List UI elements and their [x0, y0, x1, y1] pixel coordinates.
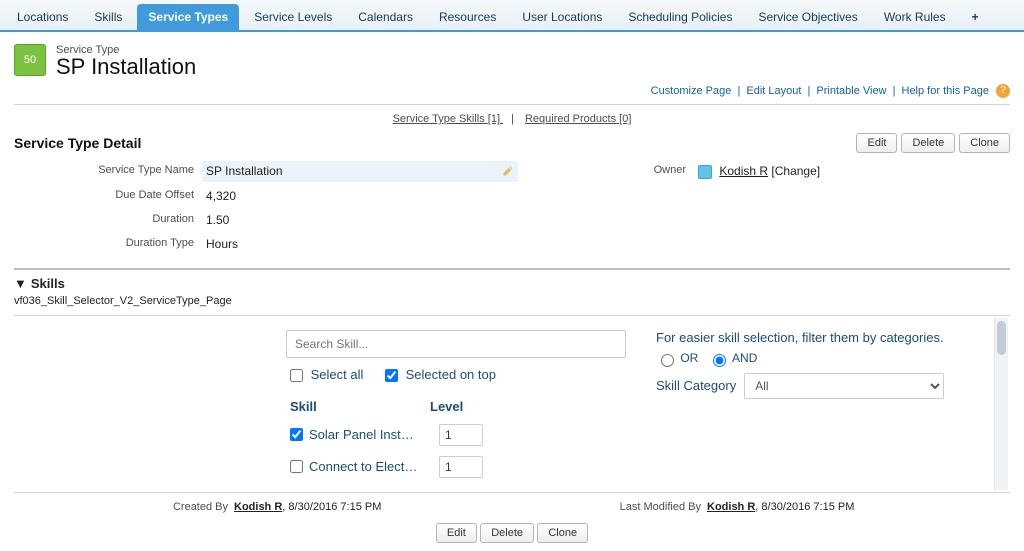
selected-on-top-checkbox[interactable]: Selected on top	[381, 367, 496, 382]
edit-button-bottom[interactable]: Edit	[436, 523, 477, 543]
tab-resources[interactable]: Resources	[428, 4, 507, 30]
help-icon[interactable]: ?	[996, 84, 1010, 98]
pencil-icon	[502, 165, 514, 177]
tab-user-locations[interactable]: User Locations	[511, 4, 613, 30]
tab-service-types[interactable]: Service Types	[137, 4, 239, 30]
owner-icon	[698, 165, 712, 179]
tab-service-objectives[interactable]: Service Objectives	[747, 4, 868, 30]
filter-or-radio[interactable]: OR	[656, 351, 698, 365]
skill-category-select[interactable]: All	[744, 373, 944, 399]
delete-button-bottom[interactable]: Delete	[480, 523, 534, 543]
label-created-by: Created By	[14, 501, 234, 513]
modified-at: 8/30/2016 7:15 PM	[761, 501, 854, 513]
tab-scheduling-policies[interactable]: Scheduling Policies	[617, 4, 743, 30]
record-icon: 50	[14, 44, 46, 76]
label-duration-type: Duration Type	[14, 234, 194, 254]
created-at: 8/30/2016 7:15 PM	[288, 501, 381, 513]
owner-change-link[interactable]: [Change]	[771, 164, 820, 178]
link-printable-view[interactable]: Printable View	[816, 85, 886, 97]
label-duration: Duration	[14, 210, 194, 230]
related-link-skills[interactable]: Service Type Skills [1]	[393, 113, 503, 125]
delete-button[interactable]: Delete	[901, 133, 955, 153]
edit-button[interactable]: Edit	[856, 133, 897, 153]
tab-work-rules[interactable]: Work Rules	[873, 4, 957, 30]
clone-button[interactable]: Clone	[959, 133, 1010, 153]
filter-and-radio[interactable]: AND	[708, 351, 757, 365]
related-link-products[interactable]: Required Products [0]	[525, 113, 631, 125]
link-help[interactable]: Help for this Page	[902, 85, 989, 97]
label-owner: Owner	[526, 161, 686, 182]
created-by-user-link[interactable]: Kodish R	[234, 501, 282, 513]
search-skill-input[interactable]	[286, 330, 626, 358]
modified-by-user-link[interactable]: Kodish R	[707, 501, 755, 513]
skill-row-checkbox[interactable]	[290, 428, 303, 441]
section-title-skills[interactable]: ▼Skills	[14, 274, 1010, 295]
page-title: SP Installation	[56, 54, 196, 80]
value-due-date-offset: 4,320	[202, 186, 518, 206]
col-header-skill: Skill	[290, 399, 430, 414]
label-skill-category: Skill Category	[656, 378, 736, 393]
skill-selector-embed: Select all Selected on top Skill Level S…	[14, 315, 1010, 493]
skill-row-name: Solar Panel Inst…	[309, 427, 431, 442]
col-header-level: Level	[430, 399, 510, 414]
skill-row-name: Connect to Elect…	[309, 459, 431, 474]
link-edit-layout[interactable]: Edit Layout	[746, 85, 801, 97]
scrollbar[interactable]	[994, 318, 1008, 490]
link-customize-page[interactable]: Customize Page	[651, 85, 732, 97]
tab-service-levels[interactable]: Service Levels	[243, 4, 343, 30]
skill-row-level-input[interactable]	[439, 424, 483, 446]
skill-row-level-input[interactable]	[439, 456, 483, 478]
value-service-type-name[interactable]: SP Installation	[202, 161, 518, 182]
section-title-detail: Service Type Detail	[14, 135, 141, 151]
skill-row: Connect to Elect…	[286, 456, 626, 478]
skill-row: Solar Panel Inst…	[286, 424, 626, 446]
tab-new[interactable]: +	[961, 4, 990, 30]
label-due-date-offset: Due Date Offset	[14, 186, 194, 206]
chevron-down-icon: ▼	[14, 276, 27, 291]
tab-calendars[interactable]: Calendars	[347, 4, 424, 30]
skill-row-checkbox[interactable]	[290, 460, 303, 473]
vf-page-name: vf036_Skill_Selector_V2_ServiceType_Page	[14, 295, 1010, 315]
scrollbar-thumb[interactable]	[997, 321, 1006, 355]
tab-bar: Locations Skills Service Types Service L…	[0, 0, 1024, 32]
value-duration: 1.50	[202, 210, 518, 230]
label-modified-by: Last Modified By	[537, 501, 707, 513]
tab-skills[interactable]: Skills	[83, 4, 133, 30]
tab-locations[interactable]: Locations	[6, 4, 79, 30]
select-all-checkbox[interactable]: Select all	[286, 367, 367, 382]
utility-links: Customize Page | Edit Layout | Printable…	[14, 84, 1010, 98]
filter-note: For easier skill selection, filter them …	[656, 330, 988, 345]
owner-link[interactable]: Kodish R	[719, 164, 768, 178]
value-owner: Kodish R [Change]	[694, 161, 1010, 182]
value-duration-type: Hours	[202, 234, 518, 254]
clone-button-bottom[interactable]: Clone	[537, 523, 588, 543]
label-service-type-name: Service Type Name	[14, 161, 194, 182]
